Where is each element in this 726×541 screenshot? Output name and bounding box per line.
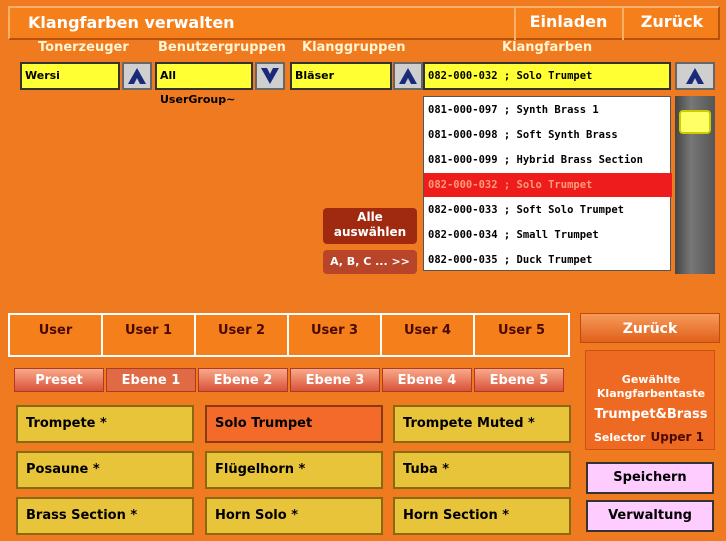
sound-up-button[interactable] (675, 62, 715, 90)
sounds-header: Klangfarben (502, 40, 593, 55)
sound-button[interactable]: Trompete * (16, 405, 194, 443)
user-group-down-button[interactable] (255, 62, 285, 90)
arrow-up-icon (399, 68, 417, 84)
sound-button[interactable]: Trompete Muted * (393, 405, 571, 443)
level-tab[interactable]: Ebene 3 (290, 368, 380, 392)
arrow-up-icon (128, 68, 146, 84)
sound-button[interactable]: Posaune * (16, 451, 194, 489)
list-item[interactable]: 082-000-034 ; Small Trumpet (428, 223, 668, 247)
back-button-top[interactable]: Zurück (622, 6, 720, 40)
user-group-select[interactable]: All UserGroup~ (155, 62, 253, 106)
user-tab[interactable]: User 1 (103, 315, 196, 355)
sound-button[interactable]: Brass Section * (16, 497, 194, 535)
selected-key-info: Gewählte Klangfarbentaste Trumpet&Brass … (585, 350, 715, 450)
list-item[interactable]: 082-000-035 ; Duck Trumpet (428, 248, 668, 272)
user-tab[interactable]: User 4 (382, 315, 475, 355)
sound-button[interactable]: Horn Solo * (205, 497, 383, 535)
alphabet-button[interactable]: A, B, C ... >> (323, 250, 417, 274)
sound-list: 081-000-097 ; Synth Brass 1 081-000-098 … (423, 96, 672, 272)
user-tab[interactable]: User 5 (475, 315, 568, 355)
selector-label: Selector (594, 431, 646, 444)
level-tab[interactable]: Ebene 2 (198, 368, 288, 392)
page-title: Klangfarben verwalten (28, 13, 235, 32)
list-item-selected[interactable]: 082-000-032 ; Solo Trumpet (424, 173, 672, 197)
level-tab[interactable]: Ebene 5 (474, 368, 564, 392)
sound-button[interactable]: Horn Section * (393, 497, 571, 535)
tone-generator-select[interactable]: Wersi (20, 62, 120, 90)
list-item[interactable]: 081-000-097 ; Synth Brass 1 (428, 98, 668, 122)
sound-button[interactable]: Flügelhorn * (205, 451, 383, 489)
back-button[interactable]: Zurück (580, 313, 720, 343)
tone-generator-header: Tonerzeuger (38, 40, 129, 55)
info-title: Gewählte Klangfarbentaste (596, 373, 706, 400)
sound-button-active[interactable]: Solo Trumpet (205, 405, 383, 443)
scrollbar-thumb[interactable] (679, 110, 711, 134)
list-item[interactable]: 081-000-099 ; Hybrid Brass Section (428, 148, 668, 172)
selector-value: Upper 1 (650, 430, 704, 444)
list-item[interactable]: 082-000-033 ; Soft Solo Trumpet (428, 198, 668, 222)
info-name: Trumpet&Brass (594, 407, 708, 422)
sound-select[interactable]: 082-000-032 ; Solo Trumpet (423, 62, 671, 90)
list-item[interactable]: 081-000-098 ; Soft Synth Brass (428, 123, 668, 147)
save-button[interactable]: Speichern (586, 462, 714, 494)
sound-group-up-button[interactable] (393, 62, 423, 90)
user-tab[interactable]: User 3 (289, 315, 382, 355)
level-tab-active[interactable]: Ebene 1 (106, 368, 196, 392)
select-all-button[interactable]: Alle auswählen (323, 208, 417, 244)
user-groups-header: Benutzergruppen (158, 40, 286, 55)
arrow-down-icon (261, 68, 279, 84)
tone-generator-up-button[interactable] (122, 62, 152, 90)
level-tab[interactable]: Ebene 4 (382, 368, 472, 392)
user-tab[interactable]: User (10, 315, 103, 355)
arrow-up-icon (686, 68, 704, 84)
level-tab[interactable]: Preset (14, 368, 104, 392)
sound-groups-header: Klanggruppen (302, 40, 406, 55)
user-tab[interactable]: User 2 (196, 315, 289, 355)
sound-button[interactable]: Tuba * (393, 451, 571, 489)
admin-button[interactable]: Verwaltung (586, 500, 714, 532)
sound-group-select[interactable]: Bläser (290, 62, 392, 90)
load-button[interactable]: Einladen (514, 6, 621, 40)
